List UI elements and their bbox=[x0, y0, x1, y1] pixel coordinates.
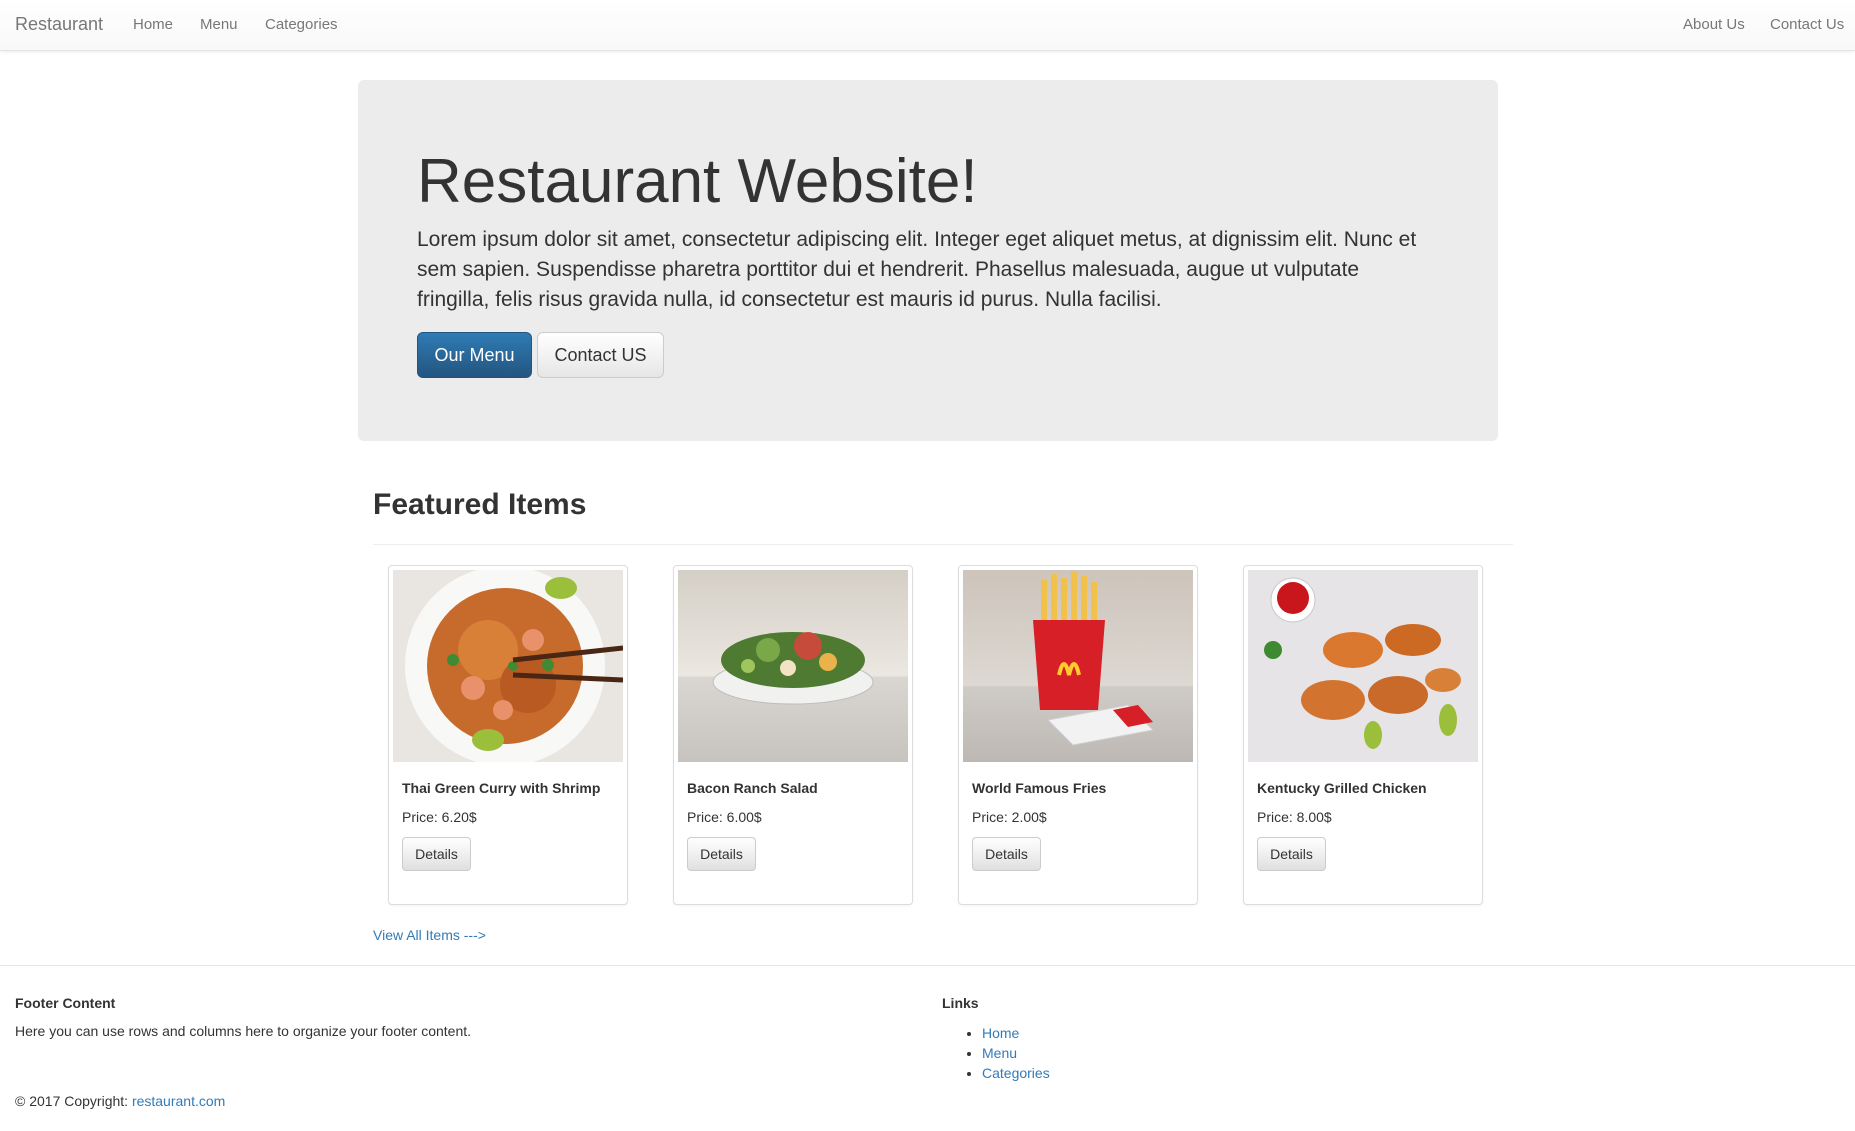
item-name: Thai Green Curry with Shrimp bbox=[402, 780, 601, 796]
item-card: Bacon Ranch Salad Price: 6.00$ Details bbox=[673, 565, 913, 905]
featured-divider bbox=[373, 544, 1513, 545]
item-card: World Famous Fries Price: 2.00$ Details bbox=[958, 565, 1198, 905]
fried-chicken-image[interactable] bbox=[1248, 570, 1478, 762]
details-button[interactable]: Details bbox=[402, 837, 471, 871]
hero-lead-text: Lorem ipsum dolor sit amet, consectetur … bbox=[417, 228, 1417, 311]
footer-link-item: Menu bbox=[982, 1043, 1050, 1063]
footer-content-heading: Footer Content bbox=[15, 995, 116, 1011]
nav-menu-link[interactable]: Menu bbox=[200, 16, 238, 33]
brand-link[interactable]: Restaurant bbox=[15, 14, 103, 35]
footer-divider bbox=[0, 965, 1855, 966]
item-card: Thai Green Curry with Shrimp Price: 6.20… bbox=[388, 565, 628, 905]
item-price: Price: 8.00$ bbox=[1257, 809, 1332, 825]
details-button[interactable]: Details bbox=[687, 837, 756, 871]
item-card: Kentucky Grilled Chicken Price: 8.00$ De… bbox=[1243, 565, 1483, 905]
footer-link-menu[interactable]: Menu bbox=[982, 1045, 1017, 1061]
our-menu-button[interactable]: Our Menu bbox=[417, 332, 532, 378]
hero-jumbotron: Restaurant Website! Lorem ipsum dolor si… bbox=[358, 80, 1498, 441]
top-navbar: Restaurant Home Menu Categories About Us… bbox=[0, 0, 1855, 51]
footer-content-text: Here you can use rows and columns here t… bbox=[15, 1023, 472, 1039]
footer-link-item: Home bbox=[982, 1023, 1050, 1043]
item-name: Bacon Ranch Salad bbox=[687, 780, 818, 796]
nav-home-link[interactable]: Home bbox=[133, 16, 173, 33]
footer-links-heading: Links bbox=[942, 995, 979, 1011]
footer-links-list: Home Menu Categories bbox=[982, 1023, 1050, 1083]
footer-link-item: Categories bbox=[982, 1063, 1050, 1083]
copyright-site-link[interactable]: restaurant.com bbox=[132, 1093, 225, 1109]
salad-bowl-image[interactable] bbox=[678, 570, 908, 762]
noodle-bowl-image[interactable] bbox=[393, 570, 623, 762]
item-price: Price: 6.00$ bbox=[687, 809, 762, 825]
hero-title: Restaurant Website! bbox=[417, 147, 978, 216]
featured-items-heading: Featured Items bbox=[373, 488, 587, 521]
item-name: Kentucky Grilled Chicken bbox=[1257, 780, 1427, 796]
copyright-text: © 2017 Copyright: restaurant.com bbox=[15, 1093, 225, 1109]
footer-link-categories[interactable]: Categories bbox=[982, 1065, 1050, 1081]
copyright-prefix: © 2017 Copyright: bbox=[15, 1093, 132, 1109]
item-price: Price: 2.00$ bbox=[972, 809, 1047, 825]
nav-categories-link[interactable]: Categories bbox=[265, 16, 338, 33]
details-button[interactable]: Details bbox=[972, 837, 1041, 871]
nav-contact-link[interactable]: Contact Us bbox=[1770, 16, 1844, 33]
nav-about-link[interactable]: About Us bbox=[1683, 16, 1745, 33]
details-button[interactable]: Details bbox=[1257, 837, 1326, 871]
fries-image[interactable] bbox=[963, 570, 1193, 762]
view-all-items-link[interactable]: View All Items ---> bbox=[373, 927, 486, 943]
item-price: Price: 6.20$ bbox=[402, 809, 477, 825]
contact-us-button[interactable]: Contact US bbox=[537, 332, 664, 378]
footer-link-home[interactable]: Home bbox=[982, 1025, 1019, 1041]
item-name: World Famous Fries bbox=[972, 780, 1107, 796]
